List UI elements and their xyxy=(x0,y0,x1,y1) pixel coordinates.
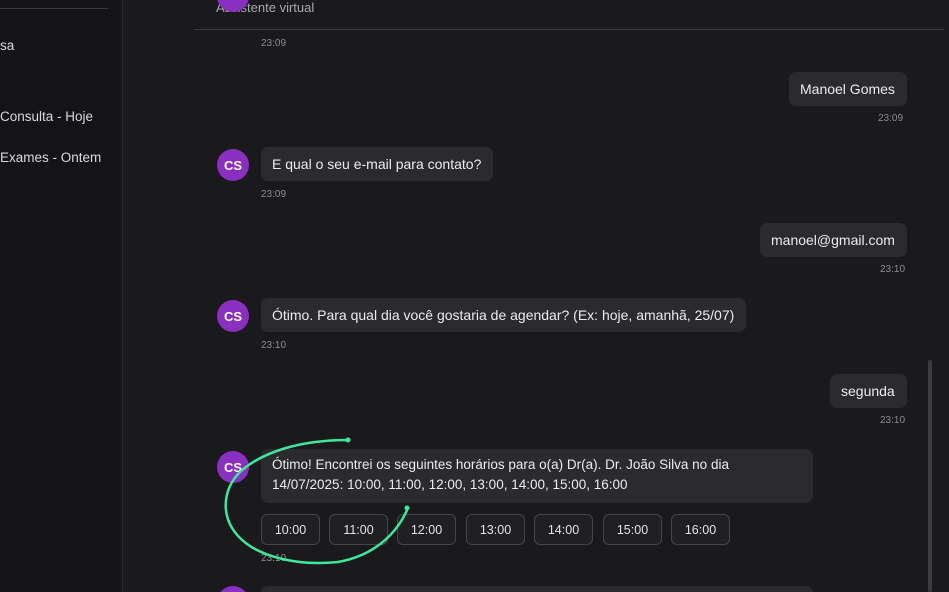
bot-message-bubble xyxy=(261,586,813,592)
time-slot-button[interactable]: 14:00 xyxy=(534,514,593,545)
sidebar-item-consulta-hoje[interactable]: Consulta - Hoje xyxy=(0,109,93,124)
bot-message-bubble: Ótimo! Encontrei os seguintes horários p… xyxy=(261,449,813,503)
message-line: Ótimo! Encontrei os seguintes horários p… xyxy=(272,457,729,472)
user-message-bubble: manoel@gmail.com xyxy=(760,223,907,257)
message-line: 14/07/2025: 10:00, 11:00, 12:00, 13:00, … xyxy=(272,477,628,492)
sidebar: sa Consulta - Hoje Exames - Ontem xyxy=(0,0,123,592)
user-message-bubble: Manoel Gomes xyxy=(789,72,907,106)
time-slot-button[interactable]: 12:00 xyxy=(397,514,456,545)
sidebar-divider xyxy=(0,8,108,9)
sidebar-item-sa[interactable]: sa xyxy=(0,38,14,53)
message-time: 23:10 xyxy=(880,415,906,426)
chat-scrollbar[interactable] xyxy=(928,360,932,592)
bot-message-bubble: Ótimo. Para qual dia você gostaria de ag… xyxy=(261,298,746,332)
time-slot-button[interactable]: 11:00 xyxy=(329,514,388,545)
bot-avatar: CS xyxy=(217,300,249,332)
bot-avatar: CS xyxy=(217,149,249,181)
message-time: 23:10 xyxy=(261,340,287,351)
bot-message-bubble: E qual o seu e-mail para contato? xyxy=(261,147,493,181)
sidebar-item-exames-ontem[interactable]: Exames - Ontem xyxy=(0,150,101,165)
time-slot-button[interactable]: 16:00 xyxy=(671,514,730,545)
user-message-bubble: segunda xyxy=(830,374,907,408)
bot-avatar: CS xyxy=(217,451,249,483)
time-slot-button[interactable]: 10:00 xyxy=(261,514,320,545)
message-time: 23:09 xyxy=(261,38,287,49)
app-root: sa Consulta - Hoje Exames - Ontem Assist… xyxy=(0,0,949,592)
header-divider xyxy=(194,29,944,30)
message-time: 23:09 xyxy=(878,113,904,124)
message-time: 23:10 xyxy=(261,553,287,564)
time-slot-button[interactable]: 15:00 xyxy=(603,514,662,545)
message-time: 23:10 xyxy=(880,264,906,275)
message-time: 23:09 xyxy=(261,189,287,200)
time-slot-button[interactable]: 13:00 xyxy=(466,514,525,545)
